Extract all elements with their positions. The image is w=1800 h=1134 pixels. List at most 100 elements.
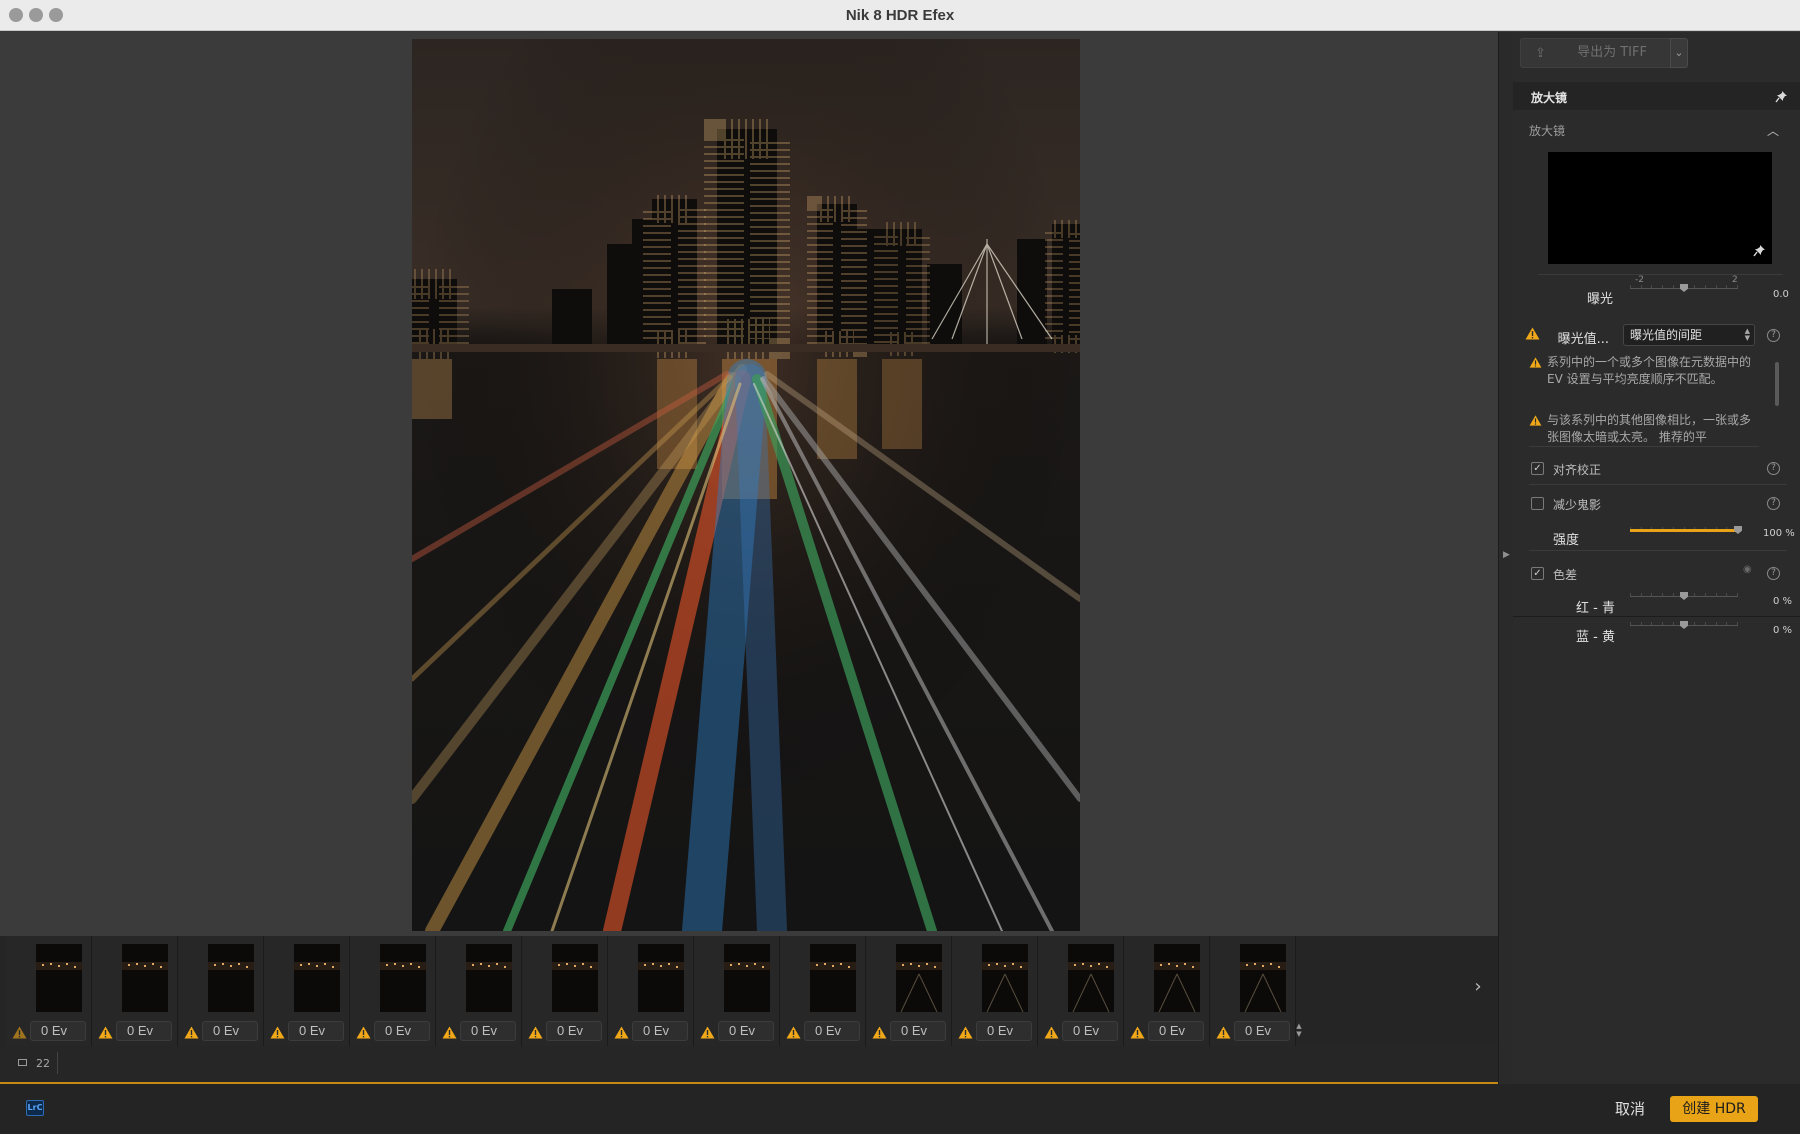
create-hdr-button[interactable]: 创建 HDR — [1670, 1096, 1758, 1122]
filmstrip-thumbnail[interactable]: 0 Ev▲▼ — [522, 936, 614, 1046]
ev-value-field[interactable]: 0 Ev — [718, 1021, 774, 1041]
slider-thumb[interactable] — [1734, 526, 1742, 534]
ev-value-field[interactable]: 0 Ev — [1148, 1021, 1204, 1041]
ev-stepper[interactable]: ▲▼ — [1294, 1022, 1304, 1040]
filmstrip-thumbnail[interactable]: 0 Ev▲▼ — [350, 936, 442, 1046]
collapse-panel-icon[interactable]: ▶ — [1503, 550, 1510, 560]
warning-text: 与该系列中的其他图像相比，一张或多张图像太暗或太亮。 推荐的平 — [1547, 413, 1752, 444]
thumbnail-image[interactable] — [638, 944, 684, 1012]
help-icon[interactable]: ? — [1767, 497, 1780, 510]
filmstrip-thumbnail[interactable]: 0 Ev▲▼ — [178, 936, 270, 1046]
exposure-slider[interactable] — [1630, 282, 1738, 296]
warning-icon — [12, 1024, 27, 1043]
ev-value-field[interactable]: 0 Ev — [116, 1021, 172, 1041]
thumbnail-image[interactable] — [896, 944, 942, 1012]
cancel-button[interactable]: 取消 — [1598, 1096, 1662, 1122]
thumbnail-image[interactable] — [294, 944, 340, 1012]
thumbnail-image[interactable] — [982, 944, 1028, 1012]
slider-tick — [1641, 593, 1642, 596]
ev-spacing-value: 曝光值的间距 — [1630, 328, 1703, 342]
slider-tick — [1705, 593, 1706, 596]
ev-value-field[interactable]: 0 Ev — [546, 1021, 602, 1041]
filmstrip-thumbnail[interactable]: 0 Ev▲▼ — [694, 936, 786, 1046]
warning-icon — [614, 1024, 629, 1043]
filmstrip-thumbnail[interactable]: 0 Ev▲▼ — [866, 936, 958, 1046]
title-bar: Nik 8 HDR Efex — [0, 0, 1800, 31]
ev-value-field[interactable]: 0 Ev — [202, 1021, 258, 1041]
chevron-up-icon[interactable]: ︿ — [1767, 122, 1779, 139]
warning-text: 系列中的一个或多个图像在元数据中的 EV 设置与平均亮度顺序不匹配。 — [1547, 355, 1752, 386]
export-tiff-button[interactable]: ⇪ 导出为 TIFF — [1520, 38, 1684, 68]
filmstrip-thumbnail[interactable]: 0 Ev▲▼ — [1038, 936, 1130, 1046]
help-icon[interactable]: ? — [1767, 329, 1780, 342]
thumbnail-image[interactable] — [810, 944, 856, 1012]
thumbnail-image[interactable] — [552, 944, 598, 1012]
warnings-scrollbar[interactable] — [1775, 362, 1779, 406]
divider — [1529, 484, 1787, 485]
warning-icon — [98, 1024, 113, 1043]
slider-thumb[interactable] — [1680, 592, 1688, 600]
red-cyan-slider[interactable] — [1630, 590, 1738, 604]
preview-canvas[interactable] — [0, 32, 1498, 936]
thumbnail-image[interactable] — [1240, 944, 1286, 1012]
red-cyan-label: 红 - 青 — [1576, 601, 1615, 616]
filmstrip-thumbnail[interactable]: 0 Ev▲▼ — [608, 936, 700, 1046]
thumbnail-image[interactable] — [208, 944, 254, 1012]
deghost-label: 减少鬼影 — [1553, 498, 1602, 512]
bottom-action-bar: LrC 取消 创建 HDR — [0, 1084, 1800, 1134]
filmstrip-thumbnail[interactable]: 0 Ev▲▼ — [1124, 936, 1216, 1046]
help-icon[interactable]: ? — [1767, 567, 1780, 580]
warning-icon — [786, 1024, 801, 1043]
thumbnail-image[interactable] — [36, 944, 82, 1012]
slider-tick — [1737, 593, 1738, 596]
ev-value-field[interactable]: 0 Ev — [374, 1021, 430, 1041]
filmstrip-thumbnail[interactable]: 0 Ev▲▼ — [1210, 936, 1302, 1046]
chromatic-label: 色差 — [1553, 568, 1578, 582]
thumbnail-image[interactable] — [724, 944, 770, 1012]
thumbnail-image[interactable] — [122, 944, 168, 1012]
exposure-label: 曝光 — [1586, 292, 1613, 307]
filmstrip-thumbnail[interactable]: 0 Ev▲▼ — [780, 936, 872, 1046]
slider-tick — [1662, 593, 1663, 596]
ev-value-field[interactable]: 0 Ev — [632, 1021, 688, 1041]
align-checkbox[interactable]: ✓ — [1531, 462, 1544, 475]
ev-value-field[interactable]: 0 Ev — [804, 1021, 860, 1041]
ev-value-field[interactable]: 0 Ev — [1234, 1021, 1290, 1041]
ev-value-field[interactable]: 0 Ev — [890, 1021, 946, 1041]
strength-slider[interactable] — [1630, 524, 1742, 538]
deghost-checkbox[interactable] — [1531, 497, 1544, 510]
filmstrip-thumbnail[interactable]: 0 Ev▲▼ — [264, 936, 356, 1046]
chromatic-checkbox[interactable]: ✓ — [1531, 567, 1544, 580]
ev-value-field[interactable]: 0 Ev — [1062, 1021, 1118, 1041]
filmstrip-thumbnail[interactable]: 0 Ev▲▼ — [92, 936, 184, 1046]
filmstrip-thumbnail[interactable]: 0 Ev▲▼ — [436, 936, 528, 1046]
help-icon[interactable]: ? — [1767, 462, 1780, 475]
chevron-right-icon[interactable]: › — [1470, 976, 1486, 997]
export-options-dropdown[interactable]: ⌄ — [1670, 38, 1688, 68]
thumbnail-image[interactable] — [466, 944, 512, 1012]
loupe-pin-icon[interactable] — [1753, 244, 1766, 257]
image-count-icon — [18, 1059, 27, 1066]
loupe-preview[interactable] — [1548, 152, 1772, 264]
slider-tick — [1705, 622, 1706, 625]
ev-value-field[interactable]: 0 Ev — [288, 1021, 344, 1041]
eye-icon[interactable]: ◉ — [1743, 564, 1752, 575]
slider-thumb[interactable] — [1680, 621, 1688, 629]
preview-image[interactable] — [412, 39, 1080, 931]
ev-value-field[interactable]: 0 Ev — [976, 1021, 1032, 1041]
pin-icon[interactable] — [1775, 90, 1788, 103]
thumbnail-image[interactable] — [1154, 944, 1200, 1012]
slider-tick — [1651, 593, 1652, 596]
filmstrip-thumbnail[interactable]: 0 Ev▲▼ — [6, 936, 98, 1046]
panel-collapse-gutter[interactable]: ▶ — [1498, 32, 1513, 1084]
thumbnail-image[interactable] — [380, 944, 426, 1012]
filmstrip: ‹ › 0 Ev▲▼0 Ev▲▼0 Ev▲▼0 Ev▲▼0 Ev▲▼0 Ev▲▼… — [0, 936, 1498, 1046]
slider-thumb[interactable] — [1680, 284, 1688, 292]
warning-messages: 系列中的一个或多个图像在元数据中的 EV 设置与平均亮度顺序不匹配。 与该系列中… — [1529, 352, 1759, 446]
filmstrip-thumbnail[interactable]: 0 Ev▲▼ — [952, 936, 1044, 1046]
ev-spacing-select[interactable]: 曝光值的间距 ▲ ▼ — [1623, 324, 1755, 346]
ev-value-field[interactable]: 0 Ev — [30, 1021, 86, 1041]
ev-value-field[interactable]: 0 Ev — [460, 1021, 516, 1041]
thumbnail-image[interactable] — [1068, 944, 1114, 1012]
blue-yellow-slider[interactable] — [1630, 619, 1738, 633]
